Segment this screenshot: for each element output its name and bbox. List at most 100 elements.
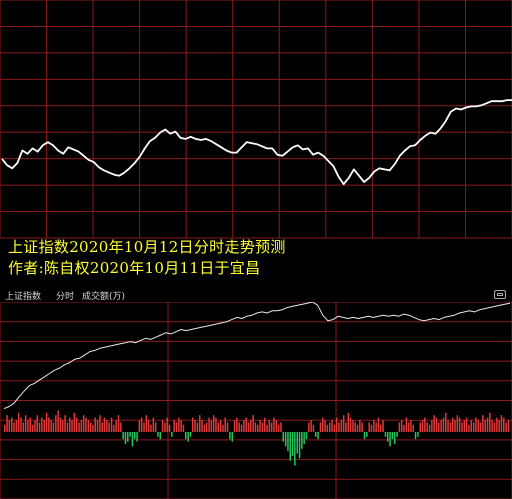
volume-bar-up <box>400 420 403 432</box>
volume-bar-up <box>80 420 83 432</box>
window-toggle-icon[interactable] <box>494 290 506 299</box>
volume-bar-up <box>322 417 324 432</box>
volume-bar-up <box>152 417 155 432</box>
volume-bar-up <box>277 424 280 432</box>
volume-bar-up <box>41 417 43 432</box>
volume-bar-up <box>233 420 236 432</box>
volume-bar-up <box>89 422 92 432</box>
volume-bar-up <box>180 420 182 432</box>
volume-bar-down <box>317 432 319 440</box>
volume-bar-up <box>138 420 141 432</box>
volume-bar-down <box>414 432 417 440</box>
volume-bar-up <box>338 422 340 432</box>
volume-bar-up <box>196 422 199 432</box>
volume-bar-up <box>428 424 431 432</box>
volume-bar-up <box>245 417 247 432</box>
volume-bar-down <box>391 432 394 440</box>
volume-bar-up <box>43 420 45 432</box>
volume-bar-up <box>380 424 382 432</box>
timeshare-mode-label[interactable]: 分时 <box>56 289 74 302</box>
volume-bar-up <box>110 417 113 432</box>
volume-bar-up <box>412 424 414 432</box>
volume-bar-up <box>238 422 240 432</box>
volume-bar-up <box>373 420 375 432</box>
volume-bar-up <box>435 417 438 432</box>
volume-bar-down <box>294 432 296 466</box>
volume-bar-up <box>29 417 31 432</box>
chart-screenshot: 上证指数2020年10月12日分时走势预测 作者:陈自权2020年10月11日于… <box>0 0 512 499</box>
volume-bar-down <box>127 432 129 442</box>
volume-bar-down <box>157 432 159 437</box>
volume-bar-up <box>359 420 361 432</box>
volume-bar-up <box>87 420 90 432</box>
volume-bar-down <box>389 432 391 447</box>
volume-bar-up <box>268 420 271 432</box>
volume-bar-up <box>212 415 215 432</box>
volume-bar-up <box>335 417 338 432</box>
volume-bar-up <box>215 417 217 432</box>
volume-bar-up <box>491 420 493 432</box>
volume-bar-up <box>168 424 171 432</box>
volume-bar-down <box>134 432 136 440</box>
caption-line-1: 上证指数2020年10月12日分时走势预测 <box>8 238 286 256</box>
volume-bar-up <box>266 424 268 432</box>
volume-bar-up <box>8 420 11 432</box>
volume-bar-down <box>129 432 131 437</box>
volume-bar-down <box>231 432 233 442</box>
volume-bar-up <box>259 420 261 432</box>
volume-bar-up <box>370 424 373 432</box>
volume-bar-up <box>419 422 421 432</box>
volume-bar-up <box>120 422 122 432</box>
volume-bar-up <box>340 420 343 432</box>
volume-bar-up <box>449 422 452 432</box>
volume-bar-up <box>377 417 380 432</box>
volume-bar-up <box>71 420 73 432</box>
volume-bar-up <box>45 412 48 432</box>
volume-bar-down <box>136 432 138 442</box>
volume-bar-down <box>187 432 189 442</box>
volume-bar-up <box>475 417 477 432</box>
volume-bar-down <box>296 432 298 454</box>
volume-bar-up <box>280 422 282 432</box>
volume-bar-down <box>366 432 368 437</box>
volume-bar-up <box>310 420 312 432</box>
volume-bar-up <box>117 415 120 432</box>
volume-bar-up <box>354 422 356 432</box>
volume-bar-up <box>175 422 178 432</box>
volume-bar-up <box>6 415 8 432</box>
volume-bar-up <box>113 424 115 432</box>
turnover-metric-label[interactable]: 成交额(万) <box>82 289 125 302</box>
volume-bar-up <box>324 420 326 432</box>
volume-bar-up <box>477 420 479 432</box>
volume-bar-down <box>131 432 134 447</box>
volume-bar-down <box>122 432 124 440</box>
volume-bar-up <box>4 424 6 432</box>
volume-bar-down <box>289 432 291 461</box>
volume-bar-up <box>17 412 20 432</box>
volume-bar-up <box>210 420 213 432</box>
volume-bar-up <box>254 422 257 432</box>
volume-bar-up <box>319 422 322 432</box>
volume-bar-up <box>498 420 500 432</box>
volume-bar-up <box>217 422 219 432</box>
volume-bar-up <box>273 417 275 432</box>
volume-bar-down <box>282 432 284 442</box>
volume-bar-up <box>143 422 145 432</box>
volume-bar-up <box>219 420 222 432</box>
volume-bar-up <box>440 420 442 432</box>
volume-bar-up <box>308 422 310 432</box>
volume-bar-up <box>468 424 470 432</box>
volume-bar-up <box>507 420 510 432</box>
volume-bar-up <box>484 420 486 432</box>
volume-bar-up <box>243 420 245 432</box>
volume-bar-up <box>203 424 206 432</box>
volume-bar-down <box>287 432 289 452</box>
volume-bar-up <box>140 417 143 432</box>
volume-bar-up <box>407 422 410 432</box>
volume-bar-up <box>194 420 196 432</box>
volume-bar-up <box>312 424 315 432</box>
volume-bar-up <box>442 417 445 432</box>
volume-bar-down <box>284 432 287 447</box>
volume-bar-up <box>329 422 331 432</box>
volume-bar-up <box>173 420 175 432</box>
